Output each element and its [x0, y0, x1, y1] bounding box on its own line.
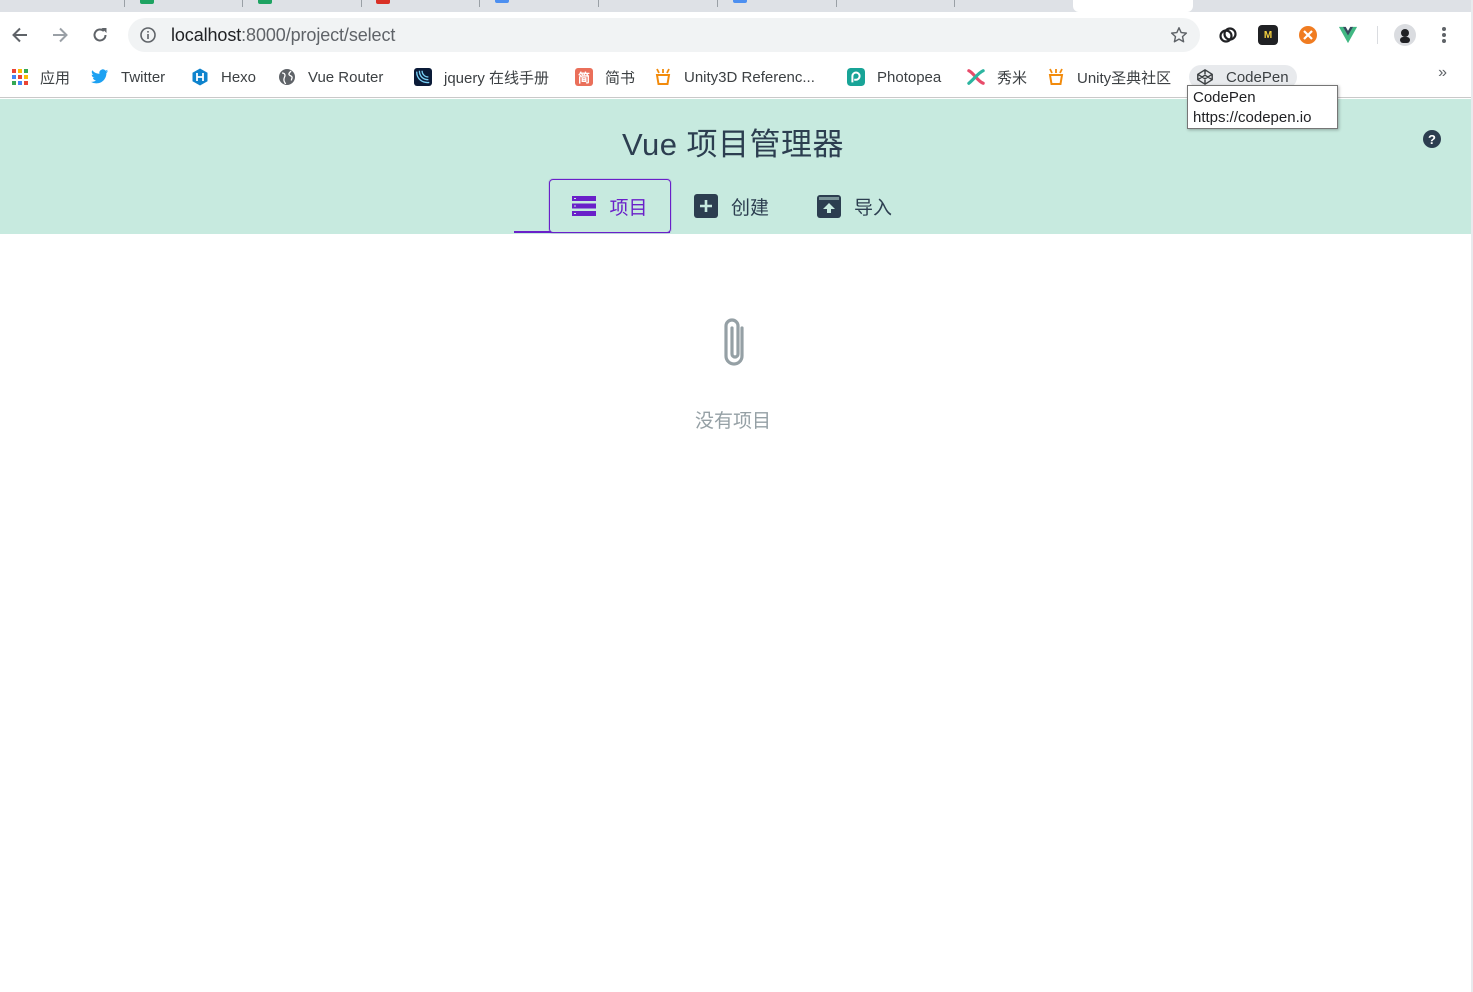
extension-icon[interactable]	[1218, 25, 1238, 45]
bookmark-label: Hexo	[221, 68, 257, 86]
bookmark-unity-community[interactable]: Unity圣典社区	[1047, 65, 1171, 89]
bookmark-label: 应用	[40, 69, 71, 87]
jquery-icon	[414, 68, 432, 86]
unity-icon	[1048, 68, 1064, 85]
apps-grid-icon	[12, 69, 28, 85]
unity-icon	[655, 68, 671, 85]
back-button[interactable]	[4, 19, 36, 51]
active-browser-tab[interactable]	[1073, 0, 1193, 12]
tab-import[interactable]: 导入	[817, 179, 892, 233]
url-host: localhost	[171, 25, 242, 45]
help-button[interactable]: ?	[1423, 130, 1441, 148]
bookmark-jianshu[interactable]: 简 简书	[575, 65, 635, 89]
url-path: :8000/project/select	[241, 25, 396, 45]
bookmark-label: jquery 在线手册	[444, 69, 550, 87]
link-extension-icon	[1219, 27, 1237, 43]
address-bar[interactable]: localhost:8000/project/select	[128, 18, 1200, 52]
tab-label: 创建	[731, 197, 770, 219]
list-icon	[572, 196, 597, 216]
tab-separator	[479, 0, 480, 7]
bookmark-photopea[interactable]: Photopea	[847, 65, 941, 89]
empty-state: 没有项目	[0, 234, 1466, 992]
bookmark-twitter[interactable]: Twitter	[91, 65, 165, 89]
tab-label: 项目	[609, 197, 648, 219]
tooltip-url: https://codepen.io	[1193, 109, 1312, 126]
bookmark-label: Vue Router	[308, 68, 384, 86]
markdown-extension-icon[interactable]: M	[1258, 25, 1278, 45]
tab-separator	[361, 0, 362, 7]
url-text[interactable]: localhost:8000/project/select	[171, 25, 395, 46]
paperclip-icon	[724, 318, 744, 366]
menu-button[interactable]	[1434, 25, 1454, 45]
browser-toolbar: localhost:8000/project/select M	[0, 12, 1473, 58]
info-icon[interactable]	[140, 27, 156, 43]
profile-avatar[interactable]	[1394, 24, 1416, 46]
import-icon	[817, 195, 841, 218]
tab-separator	[598, 0, 599, 7]
forward-button[interactable]	[44, 19, 76, 51]
empty-message: 没有项目	[694, 411, 771, 432]
tab-separator	[124, 0, 125, 7]
bookmark-xiumi[interactable]: 秀米	[967, 65, 1027, 89]
tab-separator	[242, 0, 243, 7]
more-bookmarks-button[interactable]: »	[1438, 64, 1447, 82]
tab-separator	[717, 0, 718, 7]
tab-favicon[interactable]	[495, 0, 509, 3]
bookmark-label: CodePen	[1226, 68, 1289, 86]
tab-label: 导入	[854, 197, 893, 219]
bookmark-label: 秀米	[997, 69, 1028, 87]
tab-favicon[interactable]	[733, 0, 747, 3]
bookmark-label: Twitter	[121, 68, 166, 86]
star-icon[interactable]	[1170, 26, 1188, 44]
reload-icon	[93, 28, 107, 42]
tab-create[interactable]: 创建	[694, 179, 769, 233]
kebab-menu-icon	[1442, 27, 1446, 43]
bookmark-label: 简书	[605, 69, 636, 87]
codepen-icon	[1197, 69, 1213, 85]
bookmark-unity3d-reference[interactable]: Unity3D Referenc...	[654, 65, 815, 89]
tab-separator	[954, 0, 955, 7]
photopea-icon	[847, 68, 865, 86]
arrow-right-icon	[53, 27, 68, 43]
browser-tab-strip	[0, 0, 1473, 12]
twitter-icon	[91, 69, 109, 84]
hexo-icon	[192, 68, 208, 86]
tab-favicon[interactable]	[376, 0, 390, 4]
bookmark-vue-router[interactable]: Vue Router	[278, 65, 383, 89]
globe-icon	[279, 69, 295, 85]
orange-extension-icon	[1299, 26, 1317, 44]
reload-button[interactable]	[84, 19, 116, 51]
bookmark-tooltip: CodePen https://codepen.io	[1187, 85, 1338, 129]
bookmark-apps[interactable]: 应用	[11, 65, 70, 89]
tab-favicon[interactable]	[258, 0, 272, 4]
tooltip-title: CodePen	[1193, 89, 1256, 106]
bookmark-label: Unity3D Referenc...	[684, 68, 815, 86]
toolbar-divider	[1377, 26, 1378, 44]
bookmark-label: Photopea	[877, 68, 942, 86]
bookmark-label: Unity圣典社区	[1077, 69, 1172, 87]
avatar-icon	[1400, 29, 1410, 43]
arrow-left-icon	[12, 27, 27, 43]
vue-logo-icon	[1338, 26, 1358, 44]
jianshu-icon: 简	[575, 68, 593, 86]
bookmark-hexo[interactable]: Hexo	[191, 65, 256, 89]
vue-devtools-icon[interactable]	[1338, 25, 1358, 45]
tab-favicon[interactable]	[140, 0, 154, 4]
extension-icon[interactable]	[1298, 25, 1318, 45]
xiumi-icon	[967, 69, 985, 85]
tab-projects[interactable]: 项目	[549, 179, 671, 233]
bookmark-jquery[interactable]: jquery 在线手册	[414, 65, 549, 89]
plus-box-icon	[694, 194, 718, 218]
tab-separator	[836, 0, 837, 7]
